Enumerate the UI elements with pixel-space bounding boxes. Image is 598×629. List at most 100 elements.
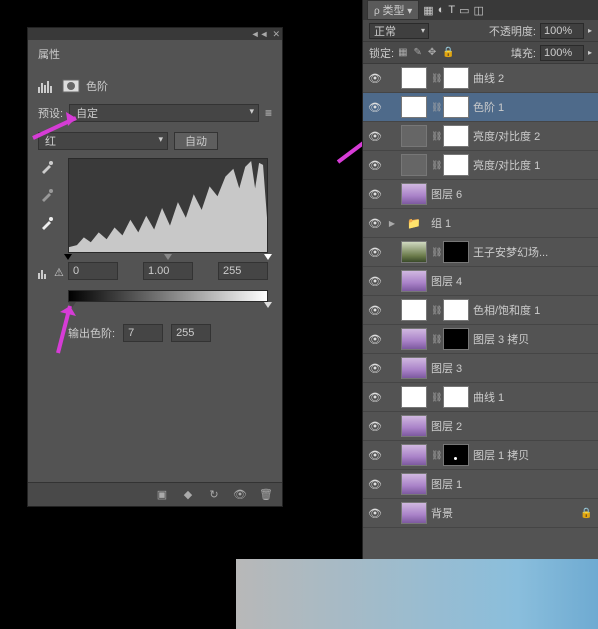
layer-thumb[interactable] — [401, 183, 427, 205]
layer-thumb[interactable] — [401, 357, 427, 379]
layer-thumb[interactable] — [401, 415, 427, 437]
layer-row[interactable]: 👁⛓亮度/对比度 2 — [363, 122, 598, 151]
adjustment-thumb[interactable] — [401, 299, 427, 321]
adjustment-thumb[interactable] — [401, 125, 427, 147]
preset-menu-icon[interactable]: ≡ — [265, 106, 272, 120]
input-gamma-field[interactable]: 1.00 — [143, 262, 193, 280]
layer-row[interactable]: 👁图层 1 — [363, 470, 598, 499]
layer-name[interactable]: 色相/饱和度 1 — [473, 302, 594, 318]
mask-icon[interactable] — [62, 79, 80, 93]
lock-paint-icon[interactable]: ✎ — [414, 47, 422, 58]
visibility-toggle-icon[interactable]: 👁 — [367, 246, 383, 259]
output-white-field[interactable]: 255 — [171, 324, 211, 342]
layer-name[interactable]: 曲线 2 — [473, 70, 594, 86]
layer-name[interactable]: 图层 2 — [431, 418, 594, 434]
collapse-icon[interactable]: ◄◄ — [251, 29, 269, 39]
mask-thumb[interactable] — [443, 67, 469, 89]
fill-flyout-icon[interactable]: ▸ — [588, 48, 592, 57]
layer-name[interactable]: 图层 1 拷贝 — [473, 447, 594, 463]
trash-icon[interactable]: 🗑 — [258, 487, 274, 503]
layer-name[interactable]: 王子安梦幻场... — [473, 244, 594, 260]
mask-thumb[interactable] — [443, 154, 469, 176]
lock-all-icon[interactable]: 🔒 — [442, 47, 454, 58]
link-icon[interactable]: ⛓ — [431, 392, 439, 403]
layer-name[interactable]: 图层 3 — [431, 360, 594, 376]
visibility-toggle-icon[interactable]: 👁 — [367, 449, 383, 462]
visibility-toggle-icon[interactable]: 👁 — [367, 507, 383, 520]
filter-type-select[interactable]: ρ 类型 ▾ — [367, 0, 419, 20]
input-sliders[interactable] — [68, 254, 268, 262]
blend-mode-select[interactable]: 正常 — [369, 23, 429, 39]
layer-name[interactable]: 曲线 1 — [473, 389, 594, 405]
adjustment-thumb[interactable] — [401, 154, 427, 176]
mask-thumb[interactable] — [443, 444, 469, 466]
adjustment-thumb[interactable] — [401, 96, 427, 118]
link-icon[interactable]: ⛓ — [431, 450, 439, 461]
opacity-flyout-icon[interactable]: ▸ — [588, 26, 592, 35]
layer-row[interactable]: 👁 ⛓ 亮度/对比度 1 — [363, 151, 598, 180]
layer-thumb[interactable] — [401, 473, 427, 495]
channel-select[interactable]: 红 — [38, 132, 168, 150]
visibility-toggle-icon[interactable]: 👁 — [367, 130, 383, 143]
previous-state-icon[interactable]: ◆ — [180, 487, 196, 503]
layer-row[interactable]: 👁 ⛓ 图层 1 拷贝 — [363, 441, 598, 470]
input-black-field[interactable]: 0 — [68, 262, 118, 280]
output-black-slider[interactable] — [68, 302, 76, 308]
expand-icon[interactable]: ▶ — [387, 219, 397, 228]
filter-text-icon[interactable]: T — [448, 4, 455, 16]
filter-adj-icon[interactable]: ◐ — [438, 4, 445, 16]
lock-transparency-icon[interactable]: ▦ — [398, 47, 407, 58]
output-black-field[interactable]: 7 — [123, 324, 163, 342]
visibility-toggle-icon[interactable]: 👁 — [367, 72, 383, 85]
layer-row[interactable]: 👁▶📁组 1 — [363, 209, 598, 238]
white-point-slider[interactable] — [264, 254, 272, 260]
visibility-toggle-icon[interactable]: 👁 — [367, 333, 383, 346]
black-point-slider[interactable] — [64, 254, 72, 260]
mask-thumb[interactable] — [443, 241, 469, 263]
layer-thumb[interactable] — [401, 241, 427, 263]
layer-row[interactable]: 👁 ⛓ 王子安梦幻场... — [363, 238, 598, 267]
mask-thumb[interactable] — [443, 125, 469, 147]
gamma-slider[interactable] — [164, 254, 172, 260]
close-icon[interactable]: ✕ — [272, 29, 280, 40]
layer-name[interactable]: 亮度/对比度 2 — [473, 128, 594, 144]
link-icon[interactable]: ⛓ — [431, 305, 439, 316]
visibility-toggle-icon[interactable]: 👁 — [367, 362, 383, 375]
layer-name[interactable]: 图层 6 — [431, 186, 594, 202]
visibility-toggle-icon[interactable]: 👁 — [367, 188, 383, 201]
adjustment-thumb[interactable] — [401, 67, 427, 89]
output-white-slider[interactable] — [264, 302, 272, 308]
eyedropper-white-icon[interactable] — [38, 214, 56, 232]
visibility-toggle-icon[interactable]: 👁 — [367, 420, 383, 433]
fill-field[interactable]: 100% — [540, 45, 584, 61]
opacity-field[interactable]: 100% — [540, 23, 584, 39]
layer-name[interactable]: 亮度/对比度 1 — [473, 157, 594, 173]
reset-icon[interactable]: ↻ — [206, 487, 222, 503]
layer-row[interactable]: 👁⛓曲线 1 — [363, 383, 598, 412]
lock-position-icon[interactable]: ✥ — [428, 47, 436, 58]
layer-row[interactable]: 👁背景🔒 — [363, 499, 598, 528]
link-icon[interactable]: ⛓ — [431, 160, 439, 171]
layer-thumb[interactable] — [401, 270, 427, 292]
adjustment-thumb[interactable] — [401, 386, 427, 408]
layer-row[interactable]: 👁⛓曲线 2 — [363, 64, 598, 93]
layer-name[interactable]: 图层 4 — [431, 273, 594, 289]
mask-thumb[interactable] — [443, 386, 469, 408]
layer-name[interactable]: 色阶 1 — [473, 99, 594, 115]
layer-name[interactable]: 图层 3 拷贝 — [473, 331, 594, 347]
mask-thumb[interactable] — [443, 299, 469, 321]
filter-pixel-icon[interactable]: ▦ — [423, 4, 433, 17]
clip-mask-icon[interactable]: ▣ — [154, 487, 170, 503]
layer-row[interactable]: 👁⛓色阶 1 — [363, 93, 598, 122]
histogram[interactable] — [68, 158, 268, 253]
eyedropper-gray-icon[interactable] — [38, 186, 56, 204]
layer-row[interactable]: 👁 图层 6 — [363, 180, 598, 209]
visibility-toggle-icon[interactable]: 👁 — [367, 275, 383, 288]
visibility-toggle-icon[interactable]: 👁 — [367, 304, 383, 317]
visibility-toggle-icon[interactable]: 👁 — [367, 159, 383, 172]
layer-name[interactable]: 图层 1 — [431, 476, 594, 492]
link-icon[interactable]: ⛓ — [431, 247, 439, 258]
filter-smart-icon[interactable]: ◫ — [473, 4, 483, 17]
layer-thumb[interactable] — [401, 328, 427, 350]
visibility-icon[interactable]: 👁 — [232, 487, 248, 503]
